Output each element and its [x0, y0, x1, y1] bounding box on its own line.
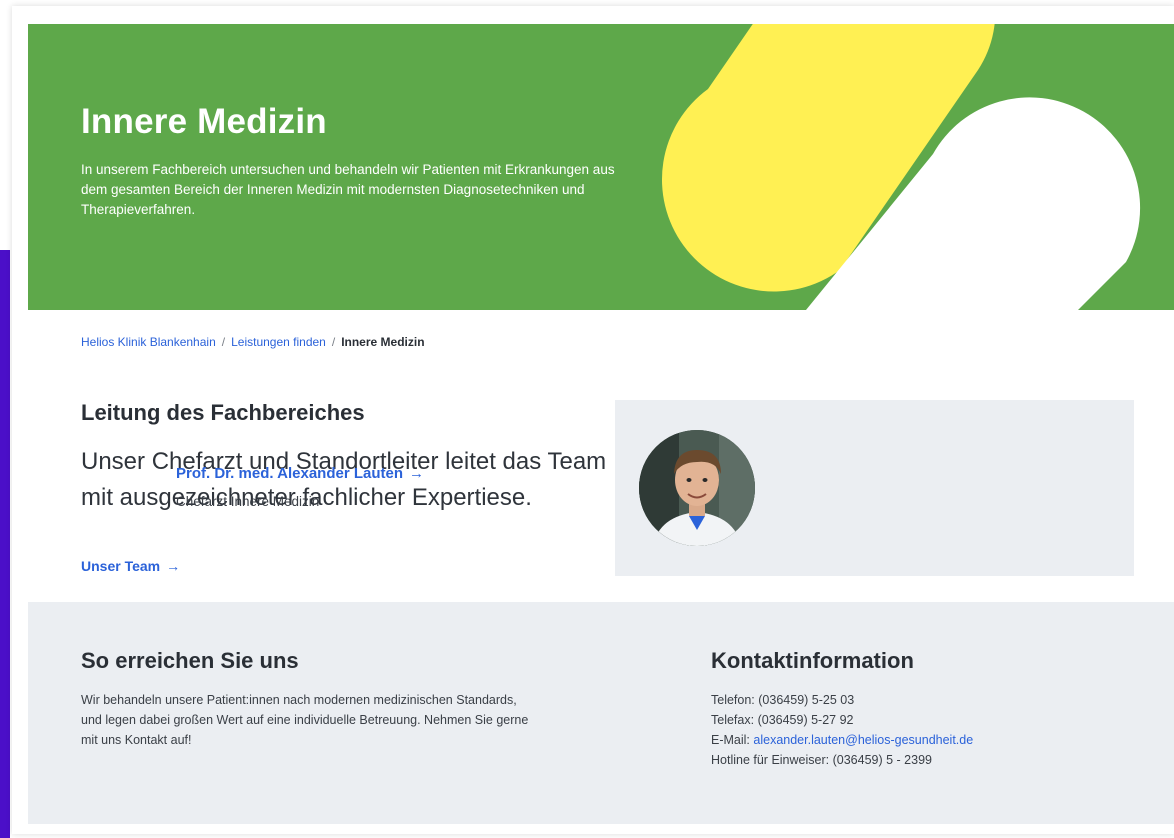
- doctor-role: Chefarzt Innere Medizin: [176, 494, 320, 509]
- contact-phone: Telefon: (036459) 5-25 03: [711, 690, 991, 710]
- breadcrumb-current: Innere Medizin: [341, 335, 425, 349]
- phone-label: Telefon:: [711, 693, 755, 707]
- breadcrumb-separator: /: [221, 335, 226, 349]
- leadership-heading: Leitung des Fachbereiches: [81, 400, 365, 425]
- contact-heading: Kontaktinformation: [711, 648, 914, 673]
- team-link-label: Unser Team: [81, 558, 161, 574]
- email-link[interactable]: alexander.lauten@helios-gesundheit.de: [753, 733, 973, 747]
- breadcrumb: Helios Klinik Blankenhain / Leistungen fin…: [81, 335, 425, 349]
- contact-email: E-Mail: alexander.lauten@helios-gesundhe…: [711, 730, 991, 750]
- contact-fax: Telefax: (036459) 5-27 92: [711, 710, 991, 730]
- doctor-name: Prof. Dr. med. Alexander Lauten: [176, 465, 403, 482]
- page-title: Innere Medizin: [81, 102, 327, 141]
- contact-hotline: Hotline für Einweiser: (036459) 5 - 2399: [711, 750, 991, 770]
- left-accent-strip: [0, 250, 10, 838]
- contact-details: Telefon: (036459) 5-25 03 Telefax: (0364…: [711, 690, 991, 770]
- doctor-portrait: [639, 430, 755, 546]
- breadcrumb-link-home[interactable]: Helios Klinik Blankenhain: [81, 335, 216, 349]
- page: Innere Medizin In unserem Fachbereich un…: [12, 6, 1174, 834]
- email-label: E-Mail:: [711, 733, 750, 747]
- doctor-card: [615, 400, 1134, 576]
- hero-banner: Innere Medizin In unserem Fachbereich un…: [28, 24, 1174, 310]
- doctor-name-link[interactable]: Prof. Dr. med. Alexander Lauten →: [176, 465, 424, 482]
- hero-description: In unserem Fachbereich untersuchen und b…: [81, 162, 615, 217]
- breadcrumb-link-services[interactable]: Leistungen finden: [231, 335, 326, 349]
- breadcrumb-separator: /: [331, 335, 336, 349]
- fax-value: (036459) 5-27 92: [757, 713, 854, 727]
- team-link[interactable]: Unser Team →: [81, 558, 180, 574]
- arrow-right-icon: →: [409, 465, 424, 482]
- contact-section: So erreichen Sie uns Wir behandeln unser…: [28, 602, 1174, 824]
- reach-text: Wir behandeln unsere Patient:innen nach …: [81, 693, 529, 747]
- fax-label: Telefax:: [711, 713, 755, 727]
- phone-value: (036459) 5-25 03: [758, 693, 855, 707]
- hotline-value: (036459) 5 - 2399: [832, 753, 932, 767]
- reach-heading: So erreichen Sie uns: [81, 648, 299, 673]
- hotline-label: Hotline für Einweiser:: [711, 753, 830, 767]
- avatar: [639, 430, 755, 546]
- arrow-right-icon: →: [166, 558, 181, 574]
